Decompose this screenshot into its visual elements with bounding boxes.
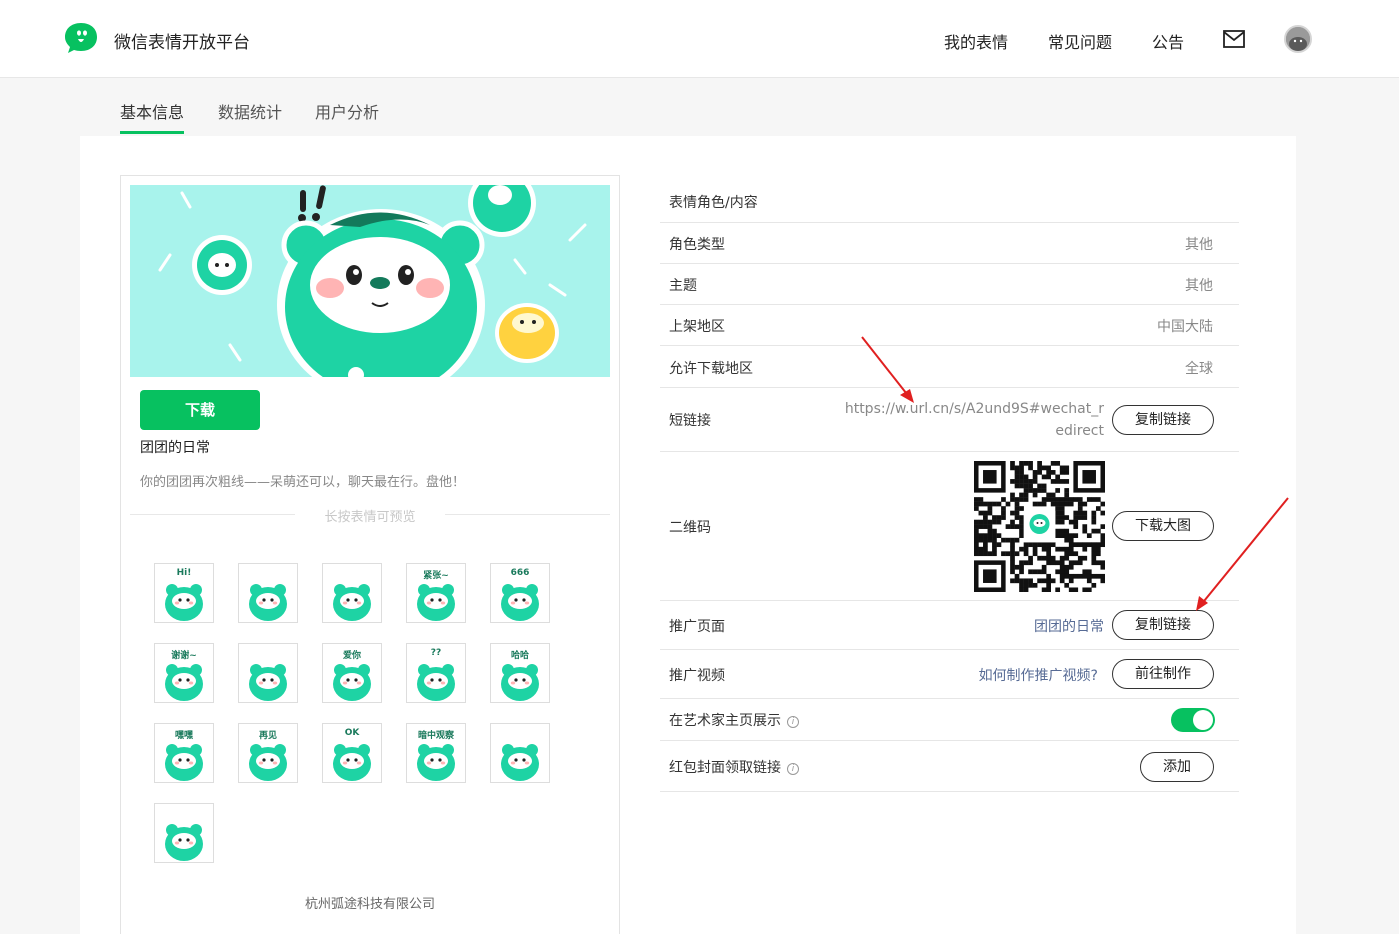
info-icon[interactable]: i (787, 763, 799, 775)
promo-video-label: 推广视频 (669, 668, 725, 684)
row-divider (660, 791, 1239, 792)
company-name: 杭州弧途科技有限公司 (304, 897, 435, 912)
sticker-caption: 哈哈 (510, 651, 529, 661)
artist-page-label: 在艺术家主页展示 (669, 713, 781, 729)
sticker-thumbnail[interactable]: 666 (490, 563, 550, 623)
red-packet-label: 红包封面领取链接 (669, 760, 781, 776)
row-divider (660, 222, 1239, 223)
download-button[interactable]: 下载 (140, 390, 260, 430)
short-link-label: 短链接 (669, 413, 711, 429)
row-divider (660, 345, 1239, 346)
role-type-label: 角色类型 (669, 237, 725, 253)
sticker-thumbnail[interactable] (322, 563, 382, 623)
sticker-caption: 再见 (258, 731, 277, 741)
brand-title: 微信表情开放平台 (114, 33, 250, 53)
row-divider (660, 387, 1239, 388)
region-value: 中国大陆 (1157, 319, 1213, 335)
row-divider (660, 698, 1239, 699)
row-divider (660, 304, 1239, 305)
sticker-caption: ?? (430, 648, 442, 658)
sticker-thumbnail[interactable]: 嘿嘿 (154, 723, 214, 783)
sticker-banner-image (130, 185, 610, 377)
wechat-sticker-logo-icon[interactable] (64, 21, 98, 55)
sticker-thumbnail[interactable] (154, 803, 214, 863)
promo-video-help-link[interactable]: 如何制作推广视频? (940, 665, 1098, 685)
sticker-caption: Hi! (176, 568, 192, 578)
sticker-thumbnail[interactable]: 谢谢~ (154, 643, 214, 703)
sticker-thumbnail[interactable] (238, 643, 298, 703)
sticker-thumbnail[interactable]: 紧张~ (406, 563, 466, 623)
top-header: 微信表情开放平台 我的表情 常见问题 公告 (0, 0, 1399, 78)
user-avatar[interactable] (1284, 25, 1312, 53)
sticker-character-icon (249, 664, 287, 701)
sticker-thumbnail[interactable]: 暗中观察 (406, 723, 466, 783)
sticker-caption: OK (344, 728, 360, 738)
red-packet-row: 红包封面领取链接 i (669, 757, 799, 777)
sticker-caption: 谢谢~ (171, 651, 197, 661)
avatar-image-icon (1286, 27, 1310, 51)
copy-promo-link-button[interactable]: 复制链接 (1112, 610, 1214, 640)
toggle-knob (1193, 710, 1213, 730)
sticker-thumbnail[interactable]: Hi! (154, 563, 214, 623)
sticker-pack-description: 你的团团再次粗线——呆萌还可以，聊天最在行。盘他！ (140, 475, 466, 490)
sticker-thumbnail[interactable]: 爱你 (322, 643, 382, 703)
info-icon[interactable]: i (787, 716, 799, 728)
promo-page-link[interactable]: 团团的日常 (980, 616, 1104, 636)
tab-user-analysis[interactable]: 用户分析 (315, 99, 379, 123)
banner-illustration-icon (130, 185, 610, 377)
theme-label: 主题 (669, 278, 697, 294)
sticker-character-icon (501, 744, 539, 781)
row-divider (660, 451, 1239, 452)
download-qr-button[interactable]: 下载大图 (1112, 511, 1214, 541)
sticker-character-icon (333, 584, 371, 621)
sticker-pack-name: 团团的日常 (140, 440, 210, 456)
sticker-thumbnail[interactable] (490, 723, 550, 783)
mail-icon[interactable] (1223, 30, 1245, 48)
qr-code-label: 二维码 (669, 520, 711, 536)
sticker-thumbnail[interactable]: 再见 (238, 723, 298, 783)
sticker-caption: 嘿嘿 (174, 731, 193, 741)
preview-divider-left (130, 514, 295, 515)
preview-divider-right (445, 514, 610, 515)
sticker-caption: 666 (510, 568, 530, 578)
section-title-role: 表情角色/内容 (669, 195, 758, 211)
copy-short-link-button[interactable]: 复制链接 (1112, 405, 1214, 435)
row-divider (660, 600, 1239, 601)
sticker-thumbnail[interactable] (238, 563, 298, 623)
sticker-thumbnail[interactable]: ?? (406, 643, 466, 703)
sticker-thumbnail[interactable]: 哈哈 (490, 643, 550, 703)
tab-basic-info[interactable]: 基本信息 (120, 99, 184, 123)
add-red-packet-button[interactable]: 添加 (1140, 752, 1214, 782)
download-region-value: 全球 (1185, 361, 1213, 377)
active-tab-indicator (120, 131, 184, 134)
promo-page-label: 推广页面 (669, 619, 725, 635)
nav-faq[interactable]: 常见问题 (1048, 29, 1112, 53)
row-divider (660, 740, 1239, 741)
sticker-character-icon (165, 824, 203, 861)
theme-value: 其他 (1185, 278, 1213, 294)
tab-statistics[interactable]: 数据统计 (218, 99, 282, 123)
short-link-url[interactable]: https://w.url.cn/s/A2und9S#wechat_redire… (840, 398, 1104, 442)
nav-my-stickers[interactable]: 我的表情 (944, 29, 1008, 53)
sticker-character-icon (249, 584, 287, 621)
sticker-thumbnail[interactable]: OK (322, 723, 382, 783)
preview-hint: 长按表情可预览 (324, 510, 416, 525)
sticker-caption: 暗中观察 (417, 731, 454, 741)
download-region-label: 允许下载地区 (669, 361, 753, 377)
artist-page-toggle[interactable] (1171, 708, 1215, 732)
nav-announcements[interactable]: 公告 (1152, 29, 1184, 53)
region-label: 上架地区 (669, 319, 725, 335)
row-divider (660, 263, 1239, 264)
qr-code-image (974, 461, 1105, 592)
artist-page-row: 在艺术家主页展示 i (669, 710, 799, 730)
row-divider (660, 649, 1239, 650)
sticker-caption: 爱你 (342, 651, 361, 661)
go-make-video-button[interactable]: 前往制作 (1112, 659, 1214, 689)
role-type-value: 其他 (1185, 237, 1213, 253)
sticker-caption: 紧张~ (423, 571, 449, 581)
